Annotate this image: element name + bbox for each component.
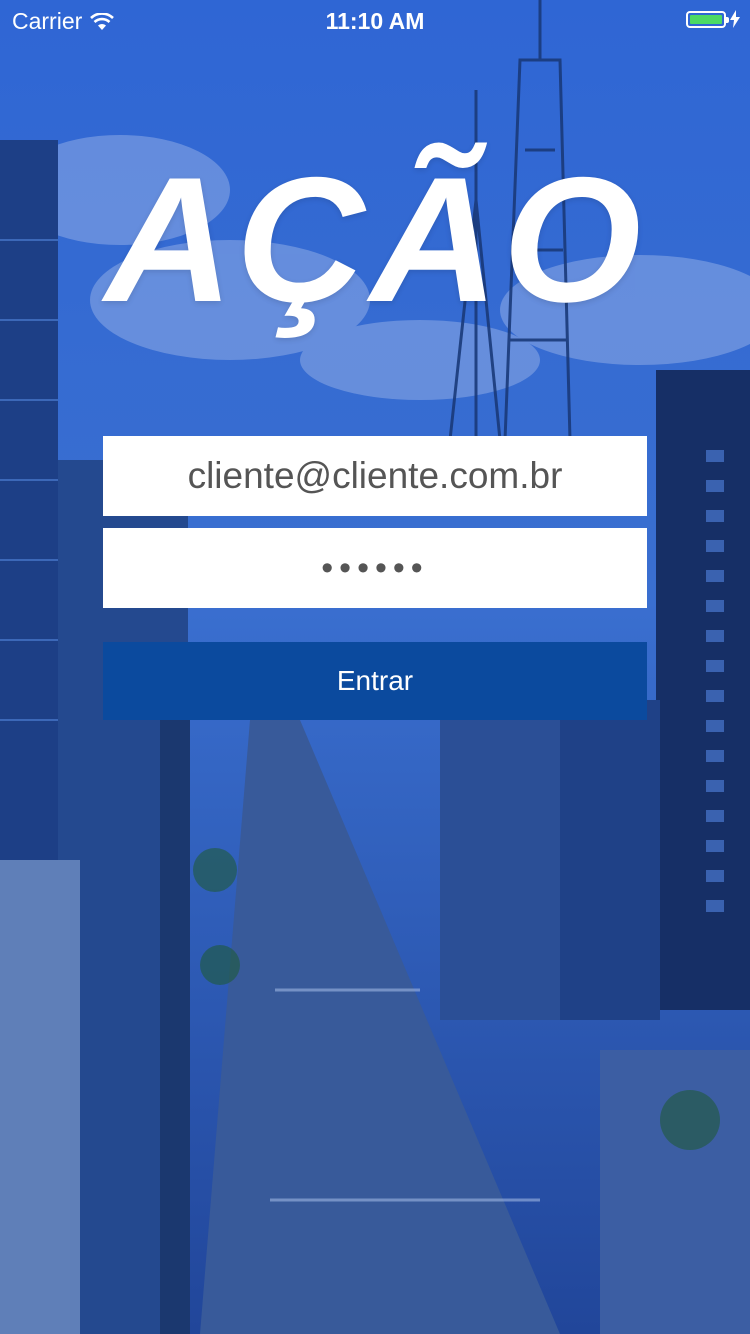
battery-indicator	[686, 10, 740, 28]
status-time: 11:10 AM	[325, 8, 425, 34]
charging-bolt-icon	[730, 10, 740, 28]
app-logo: AÇÃO	[104, 140, 646, 339]
battery-nub	[726, 16, 729, 23]
login-button[interactable]: Entrar	[103, 642, 647, 720]
battery-fill	[690, 14, 722, 24]
battery-icon	[686, 10, 729, 28]
email-field[interactable]: cliente@cliente.com.br	[103, 436, 647, 516]
password-field[interactable]: ••••••	[103, 528, 647, 608]
status-bar: Carrier 11:10 AM	[0, 0, 750, 40]
